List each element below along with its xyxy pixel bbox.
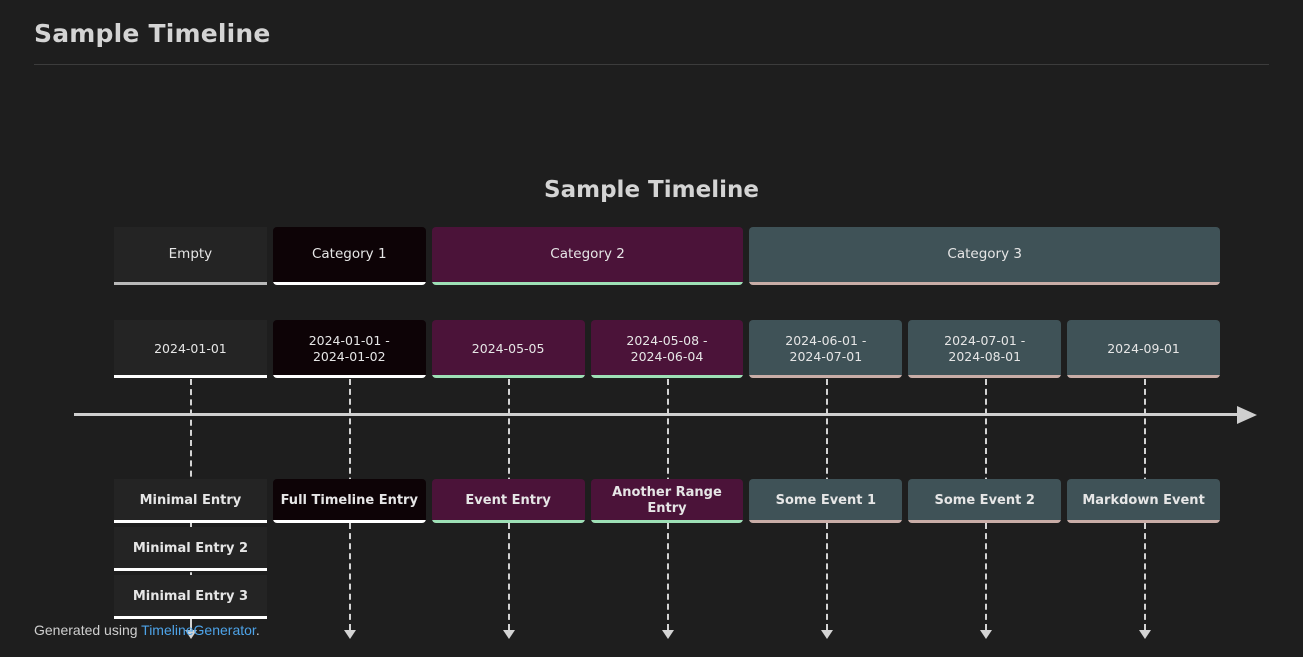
accent-underline bbox=[908, 375, 1062, 378]
connector-arrow-icon bbox=[980, 630, 992, 639]
date-box[interactable]: 2024-05-05 bbox=[431, 320, 585, 378]
event-box[interactable]: Markdown Event bbox=[1067, 479, 1220, 523]
page-title: Sample Timeline bbox=[34, 19, 271, 48]
category-header[interactable]: Category 2 bbox=[431, 227, 744, 285]
timeline-axis-arrow-icon bbox=[1237, 406, 1257, 424]
date-box[interactable]: 2024-07-01 - 2024-08-01 bbox=[908, 320, 1062, 378]
event-label: Markdown Event bbox=[1082, 492, 1205, 508]
event-label: Some Event 2 bbox=[934, 492, 1035, 508]
event-box[interactable]: Another Range Entry bbox=[590, 479, 744, 523]
connector-arrow-icon bbox=[344, 630, 356, 639]
accent-underline bbox=[431, 520, 585, 523]
accent-underline bbox=[272, 375, 426, 378]
accent-underline bbox=[114, 616, 267, 619]
timeline-chart: Sample Timeline Empty Category 1 Category … bbox=[0, 65, 1303, 639]
category-header-label: Category 1 bbox=[311, 245, 387, 262]
accent-underline bbox=[1067, 375, 1220, 378]
date-label: 2024-09-01 bbox=[1107, 341, 1180, 357]
date-label: 2024-06-01 - 2024-07-01 bbox=[785, 333, 867, 364]
event-row: Minimal Entry Minimal Entry 2 Minimal Entr… bbox=[0, 479, 1303, 629]
date-label: 2024-07-01 - 2024-08-01 bbox=[944, 333, 1026, 364]
category-header-row: Empty Category 1 Category 2 Category 3 bbox=[0, 227, 1303, 285]
accent-underline bbox=[431, 282, 744, 285]
accent-underline bbox=[590, 520, 744, 523]
category-header-label: Category 3 bbox=[947, 245, 1022, 262]
footer-prefix: Generated using bbox=[34, 622, 142, 638]
accent-underline bbox=[1067, 520, 1220, 523]
timeline-generator-link[interactable]: TimelineGenerator bbox=[141, 622, 256, 638]
event-label: Minimal Entry 3 bbox=[132, 588, 249, 604]
accent-underline bbox=[272, 520, 426, 523]
footer-suffix: . bbox=[255, 622, 260, 638]
accent-underline bbox=[749, 375, 903, 378]
category-header[interactable]: Category 1 bbox=[272, 227, 426, 285]
category-header[interactable]: Empty bbox=[114, 227, 267, 285]
event-box[interactable]: Minimal Entry bbox=[114, 479, 267, 523]
accent-underline bbox=[272, 282, 426, 285]
date-box[interactable]: 2024-06-01 - 2024-07-01 bbox=[749, 320, 903, 378]
footer: Generated using TimelineGenerator. bbox=[34, 622, 260, 638]
event-label: Some Event 1 bbox=[775, 492, 877, 508]
date-label: 2024-05-05 bbox=[471, 341, 545, 357]
connector-arrow-icon bbox=[821, 630, 833, 639]
category-header[interactable]: Category 3 bbox=[749, 227, 1220, 285]
accent-underline bbox=[908, 520, 1062, 523]
event-label: Full Timeline Entry bbox=[280, 492, 418, 508]
accent-underline bbox=[749, 520, 903, 523]
date-box[interactable]: 2024-01-01 bbox=[114, 320, 267, 378]
accent-underline bbox=[749, 282, 1220, 285]
event-label: Minimal Entry 2 bbox=[132, 540, 249, 556]
accent-underline bbox=[590, 375, 744, 378]
event-box[interactable]: Minimal Entry 2 bbox=[114, 527, 267, 571]
date-label: 2024-01-01 - 2024-01-02 bbox=[308, 333, 390, 364]
event-box[interactable]: Full Timeline Entry bbox=[272, 479, 426, 523]
accent-underline bbox=[114, 568, 267, 571]
date-box[interactable]: 2024-01-01 - 2024-01-02 bbox=[272, 320, 426, 378]
event-label: Another Range Entry bbox=[612, 484, 722, 516]
date-box[interactable]: 2024-09-01 bbox=[1067, 320, 1220, 378]
accent-underline bbox=[431, 375, 585, 378]
event-label: Minimal Entry bbox=[139, 492, 242, 508]
connector-arrow-icon bbox=[662, 630, 674, 639]
event-box[interactable]: Event Entry bbox=[431, 479, 585, 523]
timeline-axis-line bbox=[74, 413, 1237, 416]
connector-arrow-icon bbox=[503, 630, 515, 639]
date-label: 2024-05-08 - 2024-06-04 bbox=[626, 333, 708, 364]
page-header: Sample Timeline bbox=[0, 0, 1303, 65]
category-header-label: Category 2 bbox=[550, 245, 625, 262]
event-box[interactable]: Minimal Entry 3 bbox=[114, 575, 267, 619]
accent-underline bbox=[114, 375, 267, 378]
accent-underline bbox=[114, 282, 267, 285]
category-header-label: Empty bbox=[168, 245, 213, 262]
date-label: 2024-01-01 bbox=[154, 341, 227, 357]
event-box[interactable]: Some Event 1 bbox=[749, 479, 903, 523]
accent-underline bbox=[114, 520, 267, 523]
chart-title: Sample Timeline bbox=[544, 177, 759, 203]
date-row: 2024-01-01 2024-01-01 - 2024-01-02 2024-05… bbox=[0, 320, 1303, 380]
connector-arrow-icon bbox=[1139, 630, 1151, 639]
event-label: Event Entry bbox=[465, 492, 551, 508]
event-box[interactable]: Some Event 2 bbox=[908, 479, 1062, 523]
date-box[interactable]: 2024-05-08 - 2024-06-04 bbox=[590, 320, 744, 378]
